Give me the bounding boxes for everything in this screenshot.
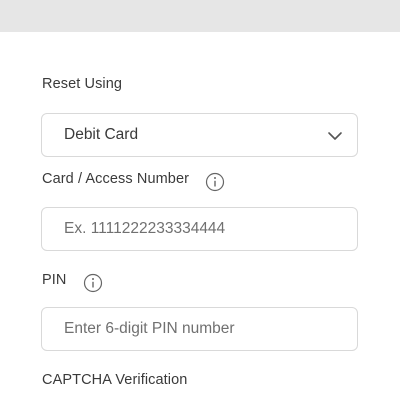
captcha-label: CAPTCHA Verification [42, 372, 188, 388]
pin-label: PIN [42, 272, 67, 288]
reset-using-selected-value: Debit Card [64, 126, 139, 143]
card-number-label: Card / Access Number [42, 171, 190, 187]
card-number-field[interactable]: Ex. 1111222233334444 [41, 207, 358, 251]
reset-using-label: Reset Using [42, 76, 123, 92]
reset-using-select[interactable]: Debit Card [41, 113, 358, 157]
reset-form: Reset Using Debit Card Card / Access Num… [0, 0, 400, 400]
info-icon[interactable] [205, 172, 225, 192]
chevron-down-icon [328, 132, 342, 140]
pin-placeholder: Enter 6-digit PIN number [64, 320, 235, 337]
pin-field[interactable]: Enter 6-digit PIN number [41, 307, 358, 351]
card-number-placeholder: Ex. 1111222233334444 [64, 220, 226, 237]
info-icon[interactable] [83, 273, 103, 293]
